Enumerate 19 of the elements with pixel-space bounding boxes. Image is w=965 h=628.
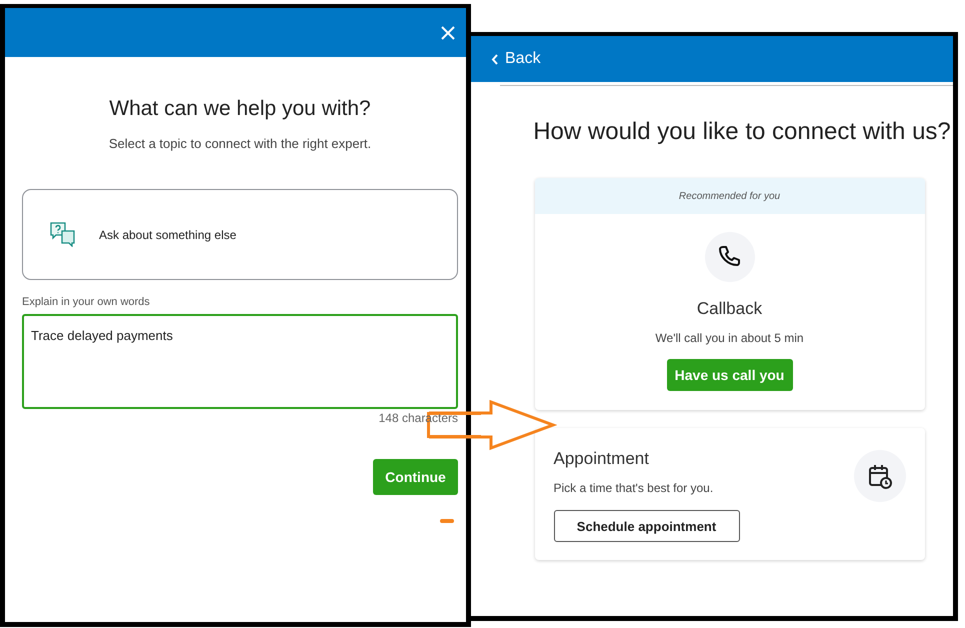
recommended-banner: Recommended for you: [534, 178, 924, 214]
chat-bubbles-icon: [50, 222, 75, 247]
option-title: Appointment: [554, 449, 649, 469]
input-field[interactable]: Trace delayed payments: [22, 314, 458, 409]
chevron-left-icon: [491, 54, 499, 64]
option-description: We'll call you in about 5 min: [655, 331, 804, 345]
option-title: Callback: [696, 299, 762, 319]
back-button[interactable]: Back: [489, 48, 543, 70]
option-description: Pick a time that's best for you.: [554, 481, 714, 495]
field-label: Explain in your own words: [22, 296, 151, 308]
phone-icon: [704, 232, 754, 282]
dialog-heading: What can we help you with?: [108, 97, 372, 121]
close-icon: [440, 24, 456, 40]
schedule-button[interactable]: Schedule appointment: [554, 510, 740, 542]
dialog-subheading: Select a topic to connect with the right expert.: [108, 136, 372, 151]
pen-mark: [440, 519, 454, 523]
topic-card[interactable]: Ask about something else: [22, 189, 458, 280]
topic-label: Ask about something else: [99, 228, 236, 242]
dialog-heading: How would you like to connect with us?: [532, 117, 952, 147]
